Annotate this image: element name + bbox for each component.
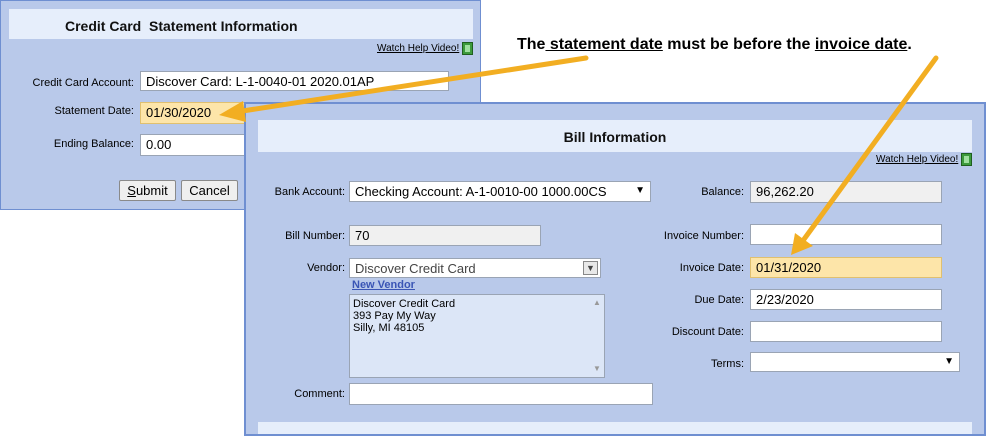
discount-date-field[interactable] — [750, 321, 942, 342]
vendor-address-textarea[interactable]: Discover Credit Card 393 Pay My Way Sill… — [349, 294, 605, 378]
annotation-invoice-date: invoice date — [814, 36, 908, 53]
annotation-middle: must be before the — [662, 36, 815, 53]
credit-card-statement-title: Credit Card Statement Information — [65, 18, 298, 34]
annotation-suffix: . — [907, 36, 912, 53]
film-icon[interactable] — [462, 42, 474, 55]
credit-card-account-label: Credit Card Account: — [32, 77, 135, 89]
balance-field: 96,262.20 — [750, 181, 942, 203]
cc-watch-help-video-link[interactable]: Watch Help Video! — [377, 42, 474, 55]
invoice-number-label: Invoice Number: — [663, 230, 744, 242]
dropdown-arrow-icon[interactable]: ▼ — [944, 356, 954, 367]
due-date-label: Due Date: — [694, 294, 744, 306]
submit-hotkey[interactable]: S — [127, 183, 136, 198]
terms-label: Terms: — [711, 358, 744, 370]
statement-date-label: Statement Date: — [54, 105, 135, 117]
vendor-address-line-1: Discover Credit Card — [353, 298, 456, 310]
bill-information-panel: Bill Information Watch Help Video! Bank … — [244, 102, 986, 436]
discount-date-label: Discount Date: — [671, 326, 744, 338]
vendor-address-line-2: 393 Pay My Way — [353, 310, 436, 322]
submit-button[interactable]: Submit — [119, 180, 176, 201]
vendor-value: Discover Credit Card — [355, 261, 476, 276]
bank-account-label: Bank Account: — [274, 186, 345, 198]
vendor-address-scrollbar[interactable]: ▲ ▼ — [590, 295, 604, 377]
annotation-statement-date: statement date — [545, 36, 663, 53]
comment-label: Comment: — [294, 388, 345, 400]
bill-panel-footer-bar — [258, 422, 972, 434]
terms-select[interactable]: ▼ — [750, 352, 960, 372]
bill-watch-help-video-link[interactable]: Watch Help Video! — [876, 153, 973, 166]
annotation-prefix: The — [517, 36, 546, 53]
bill-number-label: Bill Number: — [285, 230, 345, 242]
credit-card-statement-header: Credit Card Statement Information — [9, 9, 473, 39]
bill-help-label[interactable]: Watch Help Video! — [876, 154, 958, 165]
annotation-text: The statement date must be before the in… — [517, 36, 912, 54]
vendor-dropdown-icon[interactable]: ▼ — [583, 261, 598, 275]
invoice-date-label: Invoice Date: — [679, 262, 744, 274]
bill-information-header: Bill Information — [258, 120, 972, 152]
invoice-number-field[interactable] — [750, 224, 942, 245]
new-vendor-link[interactable]: New Vendor — [352, 279, 415, 291]
submit-label[interactable]: ubmit — [136, 183, 168, 198]
vendor-select[interactable]: Discover Credit Card ▼ — [349, 258, 601, 278]
bank-account-value: Checking Account: A-1-0010-00 1000.00CS — [355, 184, 607, 199]
balance-label: Balance: — [701, 186, 744, 198]
film-icon[interactable] — [961, 153, 973, 166]
cc-help-label[interactable]: Watch Help Video! — [377, 43, 459, 54]
cancel-button[interactable]: Cancel — [181, 180, 238, 201]
statement-date-field[interactable]: 01/30/2020 — [140, 102, 245, 124]
bill-number-field[interactable]: 70 — [349, 225, 541, 246]
comment-field[interactable] — [349, 383, 653, 405]
bank-account-select[interactable]: Checking Account: A-1-0010-00 1000.00CS … — [349, 181, 651, 202]
credit-card-account-field[interactable]: Discover Card: L-1-0040-01 2020.01AP — [140, 71, 449, 91]
ending-balance-label: Ending Balance: — [53, 138, 134, 150]
ending-balance-field[interactable]: 0.00 — [140, 134, 250, 156]
vendor-label: Vendor: — [307, 262, 345, 274]
invoice-date-field[interactable]: 01/31/2020 — [750, 257, 942, 278]
dropdown-arrow-icon[interactable]: ▼ — [635, 185, 645, 196]
scroll-down-icon[interactable]: ▼ — [593, 363, 601, 375]
scroll-up-icon[interactable]: ▲ — [593, 297, 601, 309]
bill-information-title: Bill Information — [563, 129, 667, 145]
due-date-field[interactable]: 2/23/2020 — [750, 289, 942, 310]
vendor-address-line-3: Silly, MI 48105 — [353, 322, 425, 334]
